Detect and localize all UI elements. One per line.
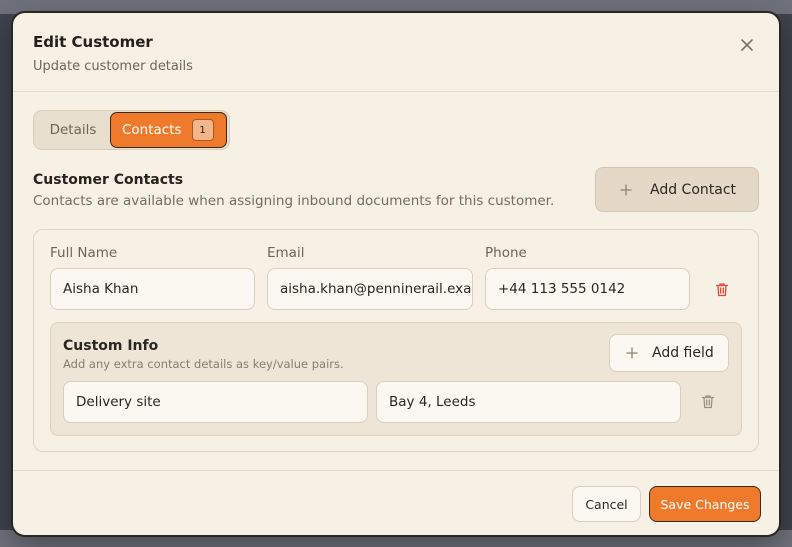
contacts-count-badge: 1 [191, 119, 214, 141]
section-title: Customer Contacts [33, 172, 184, 188]
full-name-field[interactable]: Aisha Khan [50, 268, 255, 310]
contact-card: Full Name Email Phone Aisha Khan aisha.k… [33, 229, 759, 452]
add-contact-button[interactable]: Add Contact [595, 167, 759, 212]
close-button[interactable] [737, 35, 757, 55]
tab-details-label: Details [49, 122, 97, 138]
phone-label: Phone [485, 245, 527, 261]
cancel-button[interactable]: Cancel [572, 486, 641, 522]
section-description: Contacts are available when assigning in… [33, 193, 555, 209]
close-icon [741, 39, 753, 51]
phone-field[interactable]: +44 113 555 0142 [485, 268, 690, 310]
custom-info-panel: Custom Info Add any extra contact detail… [50, 322, 742, 436]
modal-footer: Cancel Save Changes [13, 470, 779, 535]
trash-icon [701, 394, 715, 408]
save-changes-button[interactable]: Save Changes [649, 486, 761, 522]
custom-field-value-input[interactable]: Bay 4, Leeds [376, 381, 681, 423]
custom-info-title: Custom Info [63, 338, 159, 354]
edit-customer-modal: Edit Customer Update customer details De… [11, 11, 781, 537]
custom-info-description: Add any extra contact details as key/val… [63, 357, 344, 371]
tab-contacts-label: Contacts [122, 122, 182, 138]
modal-header: Edit Customer Update customer details [13, 13, 779, 92]
tab-bar: Details Contacts 1 [33, 110, 230, 150]
plus-icon [626, 347, 638, 359]
add-field-label: Add field [652, 345, 714, 361]
add-field-button[interactable]: Add field [609, 334, 729, 372]
add-contact-label: Add Contact [650, 181, 737, 198]
trash-icon [715, 282, 729, 296]
delete-contact-button[interactable] [711, 278, 733, 300]
tab-contacts[interactable]: Contacts 1 [110, 112, 227, 148]
email-field[interactable]: aisha.khan@penninerail.exa [267, 268, 473, 310]
delete-field-button[interactable] [697, 390, 719, 412]
modal-subtitle: Update customer details [33, 59, 193, 74]
email-label: Email [267, 245, 305, 261]
full-name-label: Full Name [50, 245, 118, 261]
modal-title: Edit Customer [33, 33, 153, 51]
custom-field-key-input[interactable]: Delivery site [63, 381, 368, 423]
plus-icon [620, 183, 632, 196]
tab-details[interactable]: Details [36, 112, 110, 148]
